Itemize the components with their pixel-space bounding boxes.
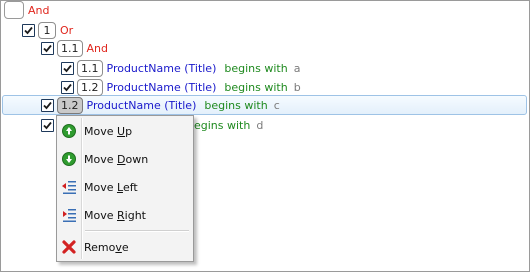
root-operator[interactable]: And	[28, 4, 49, 17]
condition-d-checkbox[interactable]	[41, 118, 54, 132]
arrow-up-icon	[59, 121, 79, 141]
checkmark-icon	[63, 64, 72, 72]
remove-icon	[59, 237, 79, 257]
condition-b-operator[interactable]: begins with	[224, 81, 287, 94]
condition-b-checkbox[interactable]	[61, 80, 74, 94]
condition-a-index: 1.1	[77, 59, 103, 77]
condition-c-checkbox[interactable]	[41, 98, 54, 112]
indent-icon	[59, 205, 79, 225]
condition-c-index: 1.2	[57, 96, 83, 114]
menu-item-label: Move Down	[84, 152, 149, 166]
condition-d-operator[interactable]: egins with	[194, 119, 250, 132]
group-1-1-checkbox[interactable]	[41, 41, 54, 55]
menu-item-label: Move Left	[84, 180, 138, 194]
tree-node-condition-a[interactable]: 1.1 ProductName (Title) begins with a	[61, 59, 300, 77]
menu-item-move-down[interactable]: Move Down	[59, 148, 191, 170]
tree-node-condition-d[interactable]	[41, 116, 54, 134]
group-1-1-operator[interactable]: And	[87, 42, 108, 55]
group-1-1-index: 1.1	[57, 39, 83, 57]
condition-b-index: 1.2	[77, 78, 103, 96]
tree-node-condition-b[interactable]: 1.2 ProductName (Title) begins with b	[61, 78, 301, 96]
arrow-down-icon	[59, 149, 79, 169]
tree-node-group-1[interactable]: 1 Or	[22, 21, 73, 39]
condition-a-operator[interactable]: begins with	[224, 62, 287, 75]
tree-node-root[interactable]: And	[4, 1, 49, 19]
group-1-index: 1	[38, 21, 56, 39]
condition-b-value[interactable]: b	[294, 81, 301, 94]
checkmark-icon	[43, 121, 52, 129]
condition-a-field[interactable]: ProductName (Title)	[107, 62, 217, 75]
root-checkbox[interactable]	[4, 1, 24, 19]
menu-item-move-left[interactable]: Move Left	[59, 176, 191, 198]
checkmark-icon	[63, 83, 72, 91]
context-menu: Move Up Move Down Move Left Move Right R…	[56, 115, 194, 262]
condition-a-value[interactable]: a	[294, 62, 301, 75]
condition-c-value[interactable]: c	[274, 99, 280, 112]
menu-item-label: Remove	[84, 240, 129, 254]
condition-d-tail[interactable]: egins with d	[194, 116, 263, 134]
tree-node-group-1-1[interactable]: 1.1 And	[41, 39, 108, 57]
condition-d-value[interactable]: d	[256, 119, 263, 132]
menu-item-label: Move Right	[84, 208, 146, 222]
tree-node-condition-c[interactable]: 1.2 ProductName (Title) begins with c	[41, 96, 280, 114]
condition-c-field[interactable]: ProductName (Title)	[87, 99, 197, 112]
group-1-checkbox[interactable]	[22, 23, 35, 37]
menu-item-move-up[interactable]: Move Up	[59, 120, 191, 142]
checkmark-icon	[43, 101, 52, 109]
checkmark-icon	[24, 26, 33, 34]
menu-separator	[85, 230, 189, 231]
checkmark-icon	[43, 44, 52, 52]
group-1-operator[interactable]: Or	[60, 24, 73, 37]
menu-item-move-right[interactable]: Move Right	[59, 204, 191, 226]
condition-a-checkbox[interactable]	[61, 61, 74, 75]
menu-item-label: Move Up	[84, 124, 133, 138]
condition-b-field[interactable]: ProductName (Title)	[107, 81, 217, 94]
condition-c-operator[interactable]: begins with	[204, 99, 267, 112]
menu-item-remove[interactable]: Remove	[59, 236, 191, 258]
outdent-icon	[59, 177, 79, 197]
